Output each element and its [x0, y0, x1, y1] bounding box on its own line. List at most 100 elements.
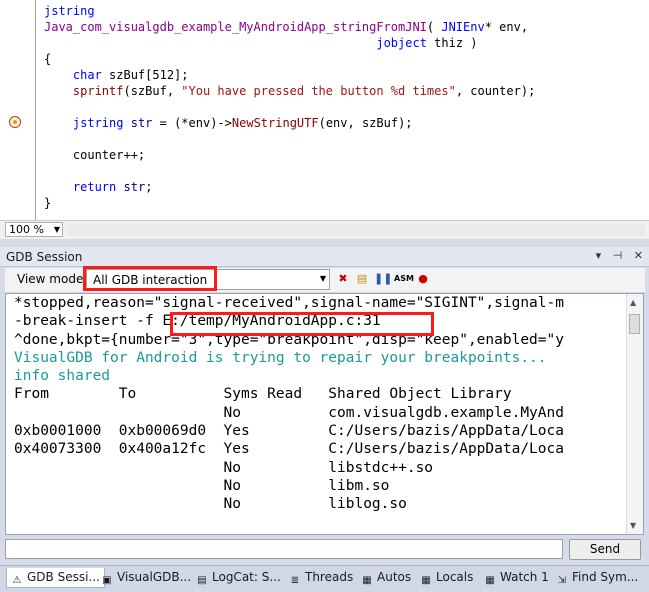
find-icon: ⇲: [557, 575, 567, 586]
monitor-icon: ▣: [102, 575, 112, 586]
code-line[interactable]: }: [44, 195, 51, 211]
breakpoint-icon[interactable]: [9, 116, 21, 128]
horizontal-scrollbar[interactable]: [68, 224, 645, 236]
autos-icon: ▦: [362, 575, 372, 586]
highlight-box: [170, 312, 434, 336]
tab-find-sym[interactable]: ⇲ Find Sym...: [556, 568, 638, 588]
scroll-thumb[interactable]: [629, 314, 640, 334]
tab-label: Watch 1: [500, 570, 549, 584]
code-line[interactable]: char szBuf[512];: [44, 67, 189, 83]
panel-title: GDB Session: [6, 250, 83, 264]
gdb-session-panel: GDB Session ▾ ⊣ ✕ View mode All GDB inte…: [0, 247, 649, 565]
tab-label: Locals: [436, 570, 474, 584]
close-icon[interactable]: ✕: [634, 249, 643, 262]
code-line[interactable]: jstring str = (*env)->NewStringUTF(env, …: [44, 115, 413, 131]
tab-label: VisualGDB...: [117, 570, 192, 584]
tab-label: GDB Sessi...: [27, 570, 100, 584]
tab-logcat-s[interactable]: ▤ LogCat: S...: [196, 568, 281, 588]
code-line[interactable]: return str;: [44, 179, 153, 195]
log-icon: ▤: [197, 575, 207, 586]
code-token: Java_com_visualgdb_example_MyAndroidApp_…: [44, 20, 427, 34]
code-token: str: [123, 180, 146, 194]
stop-icon[interactable]: ●: [416, 272, 430, 286]
dropdown-icon[interactable]: ▾: [596, 249, 602, 262]
zoom-combo[interactable]: 100 % ▼: [5, 222, 63, 237]
chevron-down-icon: ▼: [53, 225, 60, 234]
asm-icon[interactable]: ASM: [394, 272, 414, 286]
tab-visualgdb[interactable]: ▣ VisualGDB...: [101, 568, 191, 588]
code-token: jobject: [376, 36, 427, 50]
code-line[interactable]: jstring: [44, 3, 95, 19]
tab-threads[interactable]: ≣ Threads: [289, 568, 353, 588]
panel-splitter[interactable]: [0, 239, 649, 247]
tab-label: Threads: [305, 570, 354, 584]
gdb-console[interactable]: *stopped,reason="signal-received",signal…: [5, 293, 644, 535]
outline-line: [35, 0, 36, 220]
code-editor[interactable]: jstring Java_com_visualgdb_example_MyAndr…: [0, 0, 649, 220]
gdb-toolbar: View mode All GDB interaction ▼ ✖ ▤ ❚❚ A…: [5, 266, 645, 292]
tab-label: Find Sym...: [572, 570, 639, 584]
code-token: (: [426, 20, 442, 34]
tab-autos[interactable]: ▦ Autos: [361, 568, 411, 588]
code-line[interactable]: jobject thiz ): [44, 35, 478, 51]
threads-icon: ≣: [290, 575, 300, 586]
code-token: counter++;: [44, 148, 146, 162]
code-token: * env,: [484, 20, 529, 34]
code-token: szBuf[512];: [101, 68, 189, 82]
gdb-command-input[interactable]: [5, 539, 563, 559]
code-token: , counter);: [455, 84, 536, 98]
warning-icon: ⚠: [12, 575, 22, 586]
code-token: (env, szBuf);: [318, 116, 413, 130]
tab-label: Autos: [377, 570, 412, 584]
code-token: thiz ): [426, 36, 478, 50]
tab-label: LogCat: S...: [212, 570, 281, 584]
code-line[interactable]: Java_com_visualgdb_example_MyAndroidApp_…: [44, 19, 528, 35]
scroll-down-icon[interactable]: ▼: [630, 521, 636, 530]
console-line: info shared: [14, 368, 111, 385]
code-token: jstring: [72, 116, 124, 130]
code-token: "You have pressed the button %d times": [181, 84, 456, 98]
panel-title-bar: GDB Session ▾ ⊣ ✕: [0, 247, 649, 267]
tab-watch-1[interactable]: ▦ Watch 1: [484, 568, 549, 588]
code-token: char: [72, 68, 102, 82]
scroll-up-icon[interactable]: ▲: [630, 298, 636, 307]
copy-icon[interactable]: ▤: [355, 272, 369, 286]
code-token: (szBuf,: [123, 84, 182, 98]
locals-icon: ▦: [421, 575, 431, 586]
code-token: return: [72, 180, 117, 194]
code-token: }: [44, 196, 52, 210]
code-line[interactable]: {: [44, 51, 51, 67]
watch-icon: ▦: [485, 575, 495, 586]
code-token: JNIEnv: [441, 20, 485, 34]
view-mode-label: View mode: [17, 272, 84, 286]
highlight-box: [83, 266, 217, 291]
console-line: No libstdc++.so: [14, 459, 434, 476]
editor-zoom-bar: 100 % ▼: [0, 220, 649, 239]
zoom-value: 100 %: [9, 223, 44, 236]
code-line[interactable]: sprintf(szBuf, "You have pressed the but…: [44, 83, 535, 99]
code-token: {: [44, 52, 52, 66]
tab-locals[interactable]: ▦ Locals: [420, 568, 473, 588]
console-line: No liblog.so: [14, 496, 407, 513]
vertical-scrollbar[interactable]: ▲ ▼: [626, 294, 643, 534]
pin-icon[interactable]: ⊣: [613, 249, 623, 262]
clear-icon[interactable]: ✖: [336, 272, 350, 286]
console-line: No libm.so: [14, 477, 390, 494]
code-line[interactable]: counter++;: [44, 147, 145, 163]
send-button[interactable]: Send: [569, 539, 641, 560]
console-line: No com.visualgdb.example.MyAnd: [14, 404, 564, 421]
console-line: VisualGDB for Android is trying to repai…: [14, 349, 547, 366]
code-text[interactable]: jstring Java_com_visualgdb_example_MyAndr…: [44, 0, 641, 220]
console-line: 0x40073300 0x400a12fc Yes C:/Users/bazis…: [14, 441, 564, 458]
tab-gdb-sessi[interactable]: ⚠ GDB Sessi...: [6, 568, 105, 588]
code-token: jstring: [44, 4, 95, 18]
editor-gutter[interactable]: [0, 0, 36, 220]
pause-icon[interactable]: ❚❚: [374, 272, 392, 286]
